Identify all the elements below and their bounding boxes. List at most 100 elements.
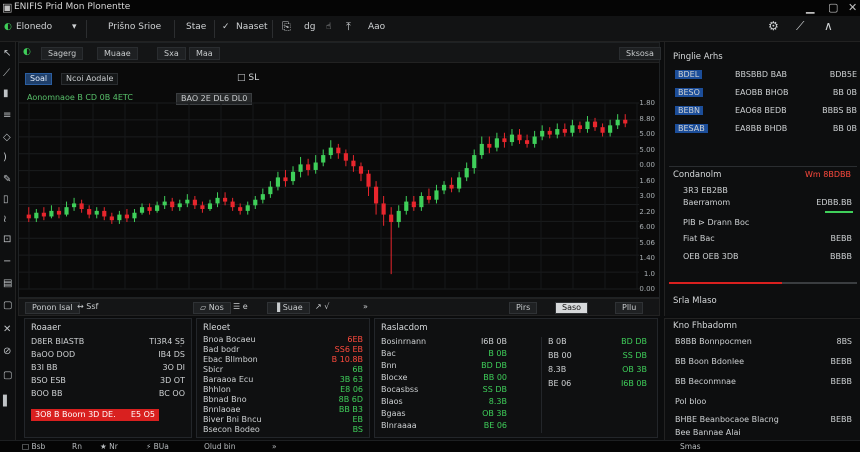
list-item[interactable]: B3I BB 3O DI bbox=[31, 363, 185, 374]
list-item[interactable]: 8.3B OB 3B bbox=[548, 365, 647, 376]
candle-body[interactable] bbox=[434, 190, 439, 200]
list-item[interactable]: Bee Bannae Alai bbox=[675, 428, 852, 439]
check-icon[interactable]: ✓ bbox=[222, 22, 230, 32]
candle-body[interactable] bbox=[396, 210, 401, 223]
list-item[interactable]: Blaos 8.3B bbox=[381, 397, 507, 408]
horizontal-line-icon[interactable]: ▮ bbox=[3, 88, 9, 99]
list-item[interactable]: 3R3 EB2BB bbox=[683, 186, 852, 197]
toolbar-item-9[interactable]: Aao bbox=[368, 22, 385, 32]
list-item[interactable]: Baerramom EDBB.BB bbox=[683, 198, 852, 209]
bar-tool-icon[interactable]: ▌ bbox=[3, 396, 11, 407]
candle-body[interactable] bbox=[26, 214, 31, 219]
settings-icon[interactable]: ⚙ bbox=[768, 19, 779, 33]
ruler-icon[interactable]: − bbox=[3, 256, 11, 267]
candle-body[interactable] bbox=[192, 199, 197, 206]
candle-body[interactable] bbox=[56, 210, 62, 215]
candle-body[interactable] bbox=[215, 197, 220, 204]
curve-tool-icon[interactable]: ) bbox=[3, 152, 7, 163]
toolbar-item-1[interactable]: Elonedo bbox=[16, 22, 52, 32]
candle-body[interactable] bbox=[245, 205, 250, 211]
wave-icon[interactable]: ∧ bbox=[824, 19, 833, 33]
candle-body[interactable] bbox=[457, 177, 462, 189]
list-item[interactable]: Bocasbss SS DB bbox=[381, 385, 507, 396]
bottom-tab-6[interactable]: ↗ √ bbox=[315, 302, 329, 311]
candle-body[interactable] bbox=[124, 214, 130, 219]
status-item-7[interactable]: Smas bbox=[680, 442, 701, 451]
candle-body[interactable] bbox=[275, 177, 281, 187]
bottom-tab-3[interactable]: ▱ Nos bbox=[193, 302, 231, 314]
candle-body[interactable] bbox=[283, 177, 288, 182]
text-tool-icon[interactable]: ▯ bbox=[3, 194, 9, 205]
list-item[interactable]: BB Beconmnae BEBB bbox=[675, 377, 852, 388]
candle-body[interactable] bbox=[608, 125, 613, 133]
cross-tool-icon[interactable]: ✕ bbox=[3, 324, 11, 335]
chart-tab-5[interactable]: Sksosa bbox=[619, 47, 661, 60]
price-axis[interactable]: 1.80 8.80 5.00 5.00 0.00 1.60 3.00 2.20 6.00 5.06… bbox=[637, 63, 659, 297]
candle-body[interactable] bbox=[373, 186, 379, 204]
candle-body[interactable] bbox=[139, 207, 145, 213]
cursor-tool-icon[interactable]: ↖ bbox=[3, 48, 11, 59]
candle-body[interactable] bbox=[494, 138, 499, 148]
candle-body[interactable] bbox=[102, 210, 107, 217]
candle-body[interactable] bbox=[162, 201, 167, 206]
candle-body[interactable] bbox=[321, 155, 326, 163]
list-item[interactable]: BOO BB BC OO bbox=[31, 389, 185, 400]
list-item[interactable]: OEB OEB 3DB BBBB bbox=[683, 252, 852, 263]
list-item[interactable]: B 0B BD DB bbox=[548, 337, 647, 348]
list-item[interactable]: Blnraaaa BE 06 bbox=[381, 421, 507, 432]
bottom-tab-8[interactable]: Pirs bbox=[509, 302, 538, 314]
candle-body[interactable] bbox=[336, 147, 341, 154]
candle-body[interactable] bbox=[540, 130, 545, 137]
chart-tab-2[interactable]: Muaae bbox=[97, 47, 138, 60]
upload-icon[interactable]: ⤒ bbox=[346, 20, 351, 34]
candlestick-chart[interactable] bbox=[19, 63, 639, 297]
candle-body[interactable] bbox=[441, 184, 447, 191]
candle-body[interactable] bbox=[472, 155, 477, 169]
list-item[interactable]: Fiat Bac BEBB bbox=[683, 234, 852, 245]
list-item[interactable]: Pol bloo bbox=[675, 397, 852, 408]
candle-body[interactable] bbox=[132, 212, 137, 219]
fib-tool-icon[interactable]: ≡ bbox=[3, 110, 11, 121]
list-item[interactable]: BE 06 I6B 0B bbox=[548, 379, 647, 390]
list-item[interactable]: Bnn BD DB bbox=[381, 361, 507, 372]
candle-body[interactable] bbox=[230, 201, 235, 208]
chart-tab-3[interactable]: Sxa bbox=[157, 47, 186, 60]
chart-pane[interactable]: ◐ Sagerg Muaae Sxa Maa Sksosa Soal Ncoi … bbox=[18, 42, 661, 298]
candle-body[interactable] bbox=[41, 212, 46, 217]
candle-body[interactable] bbox=[517, 134, 522, 141]
candle-body[interactable] bbox=[426, 196, 432, 200]
candle-body[interactable] bbox=[358, 166, 364, 174]
candle-body[interactable] bbox=[351, 160, 356, 167]
candle-body[interactable] bbox=[94, 210, 99, 215]
bottom-tab-2[interactable]: ↔ Ssf bbox=[77, 302, 98, 311]
status-item-5[interactable]: Olud bin bbox=[204, 442, 235, 451]
candle-body[interactable] bbox=[207, 203, 213, 210]
magnet-icon[interactable]: ▤ bbox=[3, 278, 12, 289]
candle-body[interactable] bbox=[222, 197, 228, 202]
candle-body[interactable] bbox=[411, 201, 416, 208]
status-item-2[interactable]: Rn bbox=[72, 442, 82, 451]
draw-icon[interactable]: ⟋ bbox=[796, 19, 804, 34]
hide-icon[interactable]: ⊘ bbox=[3, 346, 11, 357]
candle-body[interactable] bbox=[177, 203, 182, 208]
list-item[interactable]: BEBN EAO68 BEDB BBBS BB bbox=[675, 106, 857, 117]
list-item[interactable]: Blocxe BB 00 bbox=[381, 373, 507, 384]
bottom-tab-9[interactable]: Saso bbox=[555, 302, 589, 314]
candle-body[interactable] bbox=[555, 129, 560, 135]
candle-body[interactable] bbox=[298, 164, 303, 172]
candle-body[interactable] bbox=[64, 207, 69, 215]
pointer-icon[interactable]: ☝ bbox=[326, 22, 331, 32]
shape-tool-icon[interactable]: ◇ bbox=[3, 132, 11, 143]
toolbar-item-5[interactable]: Naaset bbox=[236, 22, 268, 32]
list-item[interactable]: BSO ESB 3D OT bbox=[31, 376, 185, 387]
candle-body[interactable] bbox=[479, 143, 484, 156]
candle-body[interactable] bbox=[615, 119, 620, 126]
candle-body[interactable] bbox=[87, 209, 92, 215]
candle-body[interactable] bbox=[562, 129, 567, 133]
list-item[interactable]: BB Boon Bdonlee BEBB bbox=[675, 357, 852, 368]
candle-body[interactable] bbox=[366, 173, 371, 187]
list-item[interactable]: Bgaas OB 3B bbox=[381, 409, 507, 420]
candle-body[interactable] bbox=[404, 201, 409, 211]
candle-body[interactable] bbox=[509, 134, 515, 143]
candle-body[interactable] bbox=[260, 194, 265, 200]
